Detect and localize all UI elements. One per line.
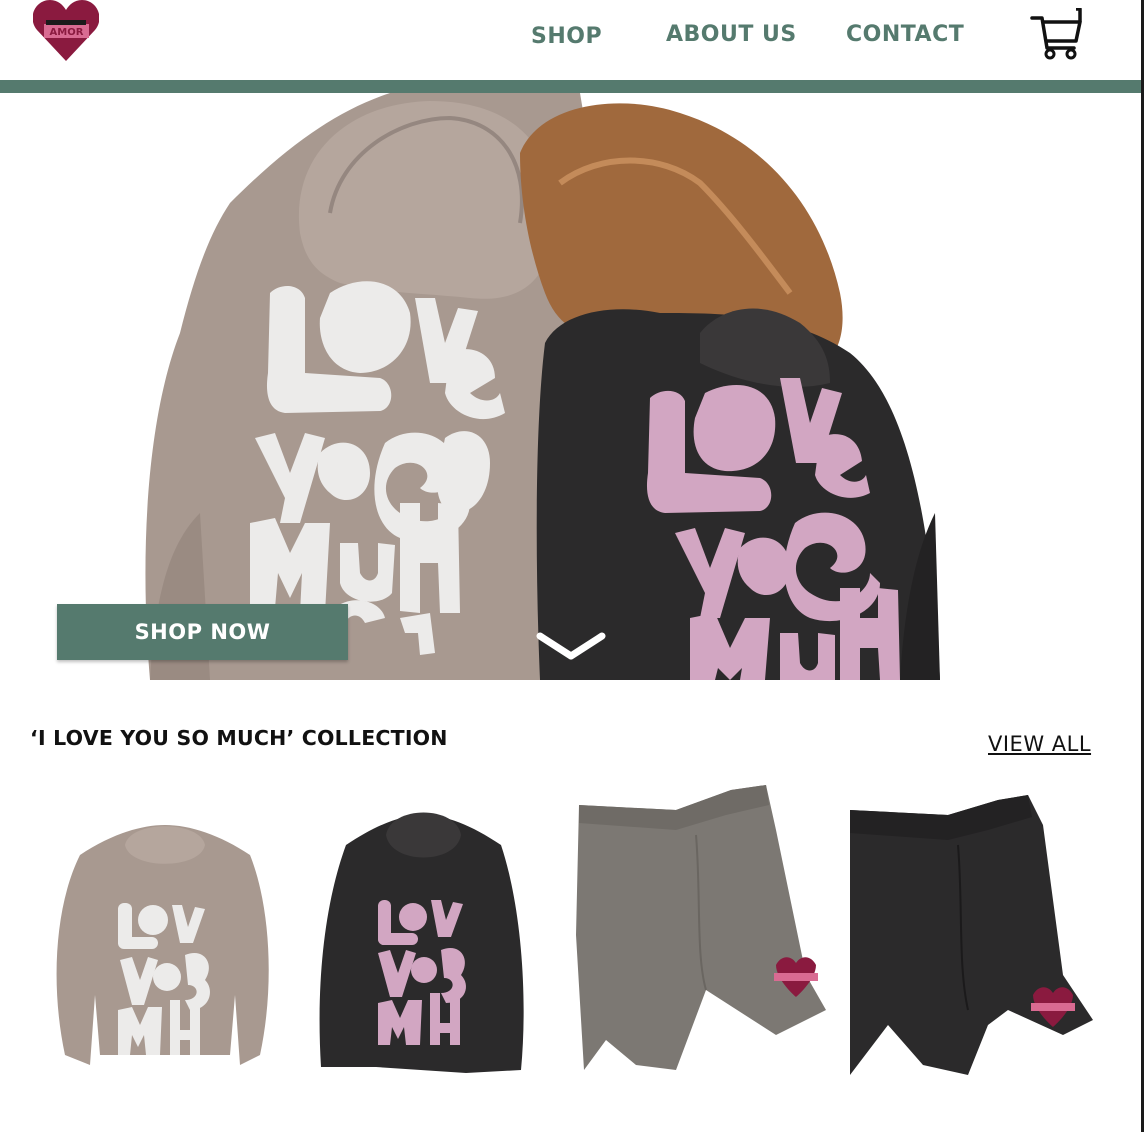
product-card-tan-hoodie[interactable] (40, 815, 290, 1080)
collection-title: ‘I LOVE YOU SO MUCH’ COLLECTION (30, 726, 448, 750)
nav-about-us[interactable]: ABOUT US (666, 22, 797, 47)
amor-heart-logo[interactable]: AMOR (33, 0, 99, 62)
hero-photo-couple-hoodies (145, 93, 940, 680)
chevron-down-icon[interactable] (536, 630, 606, 664)
nav-shop[interactable]: SHOP (531, 24, 602, 49)
product-card-black-hoodie[interactable] (316, 805, 531, 1080)
header-accent-bar (0, 80, 1141, 93)
product-card-grey-shorts[interactable] (576, 785, 828, 1075)
shop-now-button[interactable]: SHOP NOW (57, 604, 348, 660)
logo-text: AMOR (50, 27, 84, 38)
shopping-cart-icon[interactable] (1030, 8, 1084, 60)
site-header: AMOR SHOP ABOUT US CONTACT (0, 0, 1141, 80)
product-card-black-shorts[interactable] (848, 795, 1098, 1080)
view-all-link[interactable]: VIEW ALL (988, 732, 1091, 756)
hero-banner (0, 93, 1141, 680)
nav-contact[interactable]: CONTACT (846, 22, 964, 47)
